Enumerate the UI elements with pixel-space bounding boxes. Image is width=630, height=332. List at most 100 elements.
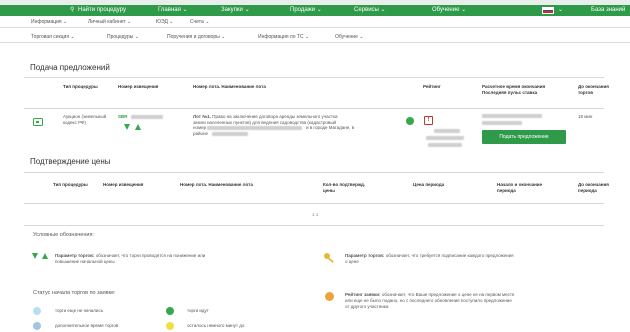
- legend-direction-text-2: повышение начальной цены: [55, 259, 115, 264]
- chevron-down-icon: ⌄: [380, 7, 386, 13]
- notice-number-link[interactable]: SBR: [118, 114, 128, 120]
- arrow-up-icon: [135, 124, 141, 130]
- chevron-down-icon: ⌄: [359, 34, 364, 40]
- subnav-orders-label: Поручения и договоры: [167, 34, 220, 40]
- deadline-redacted: [482, 114, 542, 118]
- status-legend-title: Статус начала торгов по заявке:: [33, 290, 116, 296]
- nav-purchases[interactable]: Закупки ⌄: [221, 5, 250, 16]
- legend-title: Условные обозначения:: [33, 232, 94, 238]
- cadastral-redacted: [207, 126, 302, 130]
- chevron-down-icon: ⌄: [461, 7, 467, 13]
- subnav-accounts-label: Счета: [190, 19, 204, 25]
- procedure-type: Аукцион (земельный кодекс РФ): [63, 114, 107, 125]
- chevron-down-icon: ⌄: [134, 34, 139, 40]
- language-chevron-icon[interactable]: ⌄: [558, 5, 563, 16]
- confirmation-section-title: Подтверждение цены: [30, 157, 111, 166]
- col-header-notice: Номер извещения: [118, 84, 159, 89]
- chevron-down-icon: ⌄: [63, 19, 68, 25]
- arrow-up-icon: [42, 253, 48, 259]
- subnav-learning-label: Обучение: [335, 34, 358, 40]
- time-until-end: 18 мин: [578, 114, 593, 119]
- col-header-notice: Номер извещения: [103, 182, 144, 187]
- legend-direction-label: Параметр торгов:: [55, 253, 95, 258]
- status-in-progress-icon: [166, 307, 174, 315]
- chevron-down-icon: ⌄: [316, 7, 322, 13]
- subnav-ued[interactable]: ЮЭД ⌄: [156, 16, 173, 28]
- subnav-learning[interactable]: Обучение ⌄: [335, 31, 363, 43]
- subnav-trade-section[interactable]: Торговая секция ⌄: [31, 31, 75, 43]
- subnav-ts-info[interactable]: Информация по ТС ⌄: [258, 31, 309, 43]
- chevron-down-icon: ⌄: [221, 34, 226, 40]
- subnav-procedures-label: Процедуры: [107, 34, 134, 40]
- legend-direction: Параметр торгов: обозначает, что торги п…: [55, 253, 285, 259]
- legend-direction-text-1: обозначает, что торги проводятся на пони…: [95, 253, 206, 258]
- col-header-type: Тип процедуры: [53, 182, 88, 187]
- legend-rating-label: Рейтинг заявки:: [345, 292, 381, 297]
- divider: [24, 172, 604, 173]
- subnav-ued-label: ЮЭД: [156, 19, 168, 25]
- knowledge-base-link[interactable]: База знаний: [591, 5, 625, 16]
- status-few-minutes: осталось немного минут до: [187, 323, 245, 328]
- notice-number-redacted: [131, 115, 163, 119]
- legend-rating: Рейтинг заявки: обозначает, что Ваше пре…: [345, 292, 615, 298]
- subnav-accounts[interactable]: Счета ⌄: [190, 16, 209, 28]
- nav-sales-label: Продажи: [290, 7, 316, 13]
- subnav-orders[interactable]: Поручения и договоры ⌄: [167, 31, 225, 43]
- subnav-ts-info-label: Информация по ТС: [258, 34, 304, 40]
- chevron-down-icon: ⌄: [244, 7, 250, 13]
- col-header-lot: Номер лота. Наименование лота: [193, 84, 266, 89]
- lot-text-5: районе: [193, 130, 209, 136]
- language-flag-icon[interactable]: [542, 7, 554, 14]
- divider: [24, 225, 604, 226]
- legend-rating-text-1: обозначает, что Ваше предложение о цене …: [381, 292, 515, 297]
- divider: [24, 203, 604, 204]
- status-in-progress: торги идут: [187, 308, 209, 313]
- chevron-down-icon: ⌄: [205, 19, 210, 25]
- chevron-down-icon: ⌄: [169, 19, 174, 25]
- col-header-deadline: Расчетное время окончания Последняя пуль…: [482, 84, 546, 95]
- submit-offer-button[interactable]: Подать предложение: [482, 130, 566, 144]
- lot-number: Лот №1.: [193, 114, 212, 119]
- nav-sales[interactable]: Продажи ⌄: [290, 5, 322, 16]
- rating-redacted: [426, 136, 464, 140]
- chevron-down-icon: ⌄: [304, 34, 310, 40]
- subnav-cabinet-label: Личный кабинет: [88, 19, 126, 25]
- col-header-until: До окончания периода: [578, 182, 609, 193]
- arrow-down-icon: [32, 253, 38, 259]
- status-few-minutes-icon: [166, 322, 174, 330]
- col-header-until: До окончания торгов: [578, 84, 609, 95]
- rating-orange-icon: [325, 292, 334, 301]
- chevron-down-icon: ⌄: [127, 19, 132, 25]
- chevron-down-icon: ⌄: [70, 34, 75, 40]
- subnav-secondary: Торговая секция ⌄ Процедуры ⌄ Поручения …: [0, 31, 630, 43]
- search-icon[interactable]: ⚲: [70, 5, 74, 16]
- legend-key-text-2: о цене: [345, 259, 359, 264]
- status-extra-time-icon: [33, 322, 41, 330]
- lot-doc-icon[interactable]: [33, 118, 43, 126]
- lot-text-2: земли населенных пунктов) для ведения са…: [193, 119, 337, 125]
- col-header-type: Тип процедуры: [63, 84, 98, 89]
- legend-key-text-1: обозначает, что требуется подписание каж…: [385, 253, 514, 258]
- status-dot-icon: [406, 117, 414, 125]
- subnav-trade-section-label: Торговая секция: [31, 34, 70, 40]
- lot-text-4: и в городе Магадане, в: [306, 125, 355, 130]
- legend-key-label: Параметр торгов:: [345, 253, 385, 258]
- subnav-info-label: Информация: [31, 19, 62, 25]
- deadline-redacted: [482, 121, 522, 125]
- nav-services[interactable]: Сервисы ⌄: [354, 5, 386, 16]
- subnav-procedures[interactable]: Процедуры ⌄: [107, 31, 139, 43]
- pager[interactable]: 1 1: [312, 212, 318, 218]
- nav-services-label: Сервисы: [354, 7, 379, 13]
- rating-redacted: [434, 129, 460, 133]
- search-procedure-link[interactable]: Найти процедуру: [78, 5, 126, 16]
- top-navigation: ⚲ Найти процедуру Главная ⌄ Закупки ⌄ Пр…: [0, 5, 630, 16]
- divider: [24, 108, 604, 109]
- subnav-cabinet[interactable]: Личный кабинет ⌄: [88, 16, 131, 28]
- nav-learning[interactable]: Обучение ⌄: [432, 5, 466, 16]
- col-header-period: Начало и окончание периода: [497, 182, 543, 193]
- nav-main-label: Главная: [158, 7, 181, 13]
- nav-main[interactable]: Главная ⌄: [158, 5, 188, 16]
- subnav-info[interactable]: Информация ⌄: [31, 16, 67, 28]
- nav-purchases-label: Закупки: [221, 7, 243, 13]
- col-header-count: Кол-во подтвержд. цены: [323, 182, 366, 193]
